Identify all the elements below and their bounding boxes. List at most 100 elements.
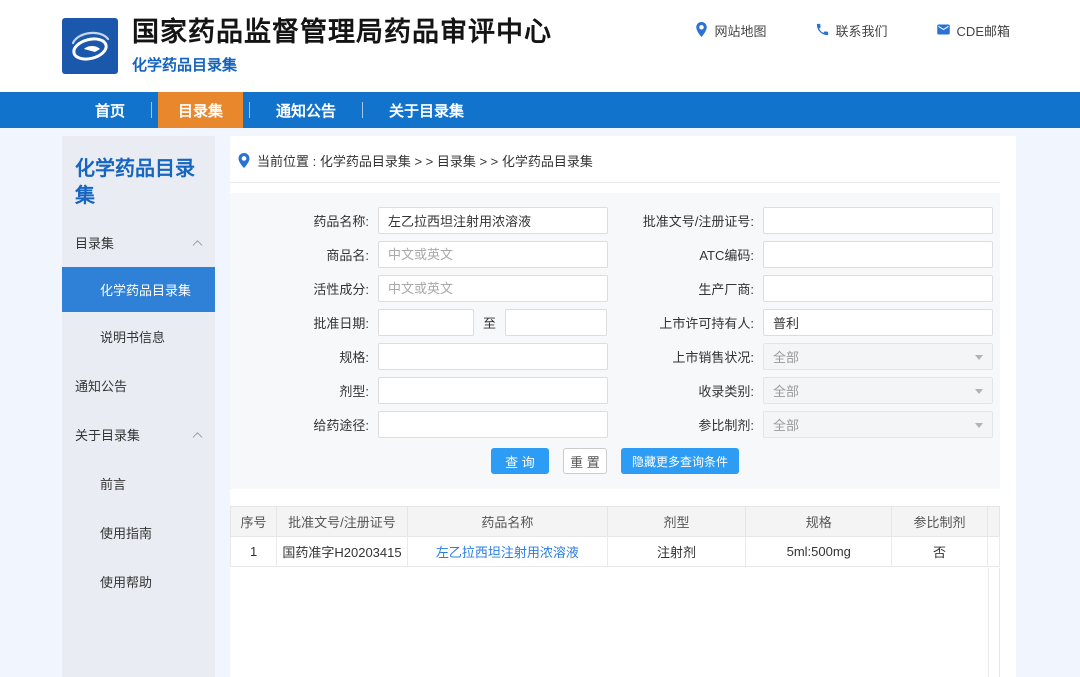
content-panel: 当前位置 : 化学药品目录集 > > 目录集 > > 化学药品目录集 药品名称:…	[230, 136, 1016, 677]
caret-down-icon	[975, 389, 983, 394]
envelope-icon	[936, 22, 951, 40]
form-field-approval-number: 批准文号/注册证号:	[615, 207, 1000, 234]
trade-name-label: 商品名:	[230, 245, 378, 264]
site-title: 国家药品监督管理局药品审评中心	[132, 17, 552, 48]
table-header-1: 序号	[231, 507, 277, 537]
license-holder-label: 上市许可持有人:	[615, 313, 763, 332]
drug-name-input[interactable]	[378, 207, 608, 234]
approval-date-to-input[interactable]	[505, 309, 607, 336]
results-table: 序号批准文号/注册证号药品名称剂型规格参比制剂 1国药准字H20203415左乙…	[230, 506, 1000, 567]
nav-item-3[interactable]: 通知公告	[256, 92, 356, 128]
reference-preparation-label: 参比制剂:	[615, 415, 763, 434]
inclusion-category-selected-value: 全部	[773, 381, 799, 400]
location-pin-icon	[694, 22, 709, 40]
table-cell: 5ml:500mg	[746, 537, 892, 567]
form-field-specification: 规格:	[230, 343, 615, 370]
table-header-2: 批准文号/注册证号	[277, 507, 408, 537]
approval-number-input[interactable]	[763, 207, 993, 234]
form-field-active-ingredient: 活性成分:	[230, 275, 615, 302]
form-rows: 药品名称:批准文号/注册证号: 商品名: ATC编码: 活性成分: 生产厂商: 批准日期:…	[230, 207, 1000, 438]
sidebar-item-6[interactable]: 前言	[62, 459, 215, 508]
main-nav: 首页目录集通知公告关于目录集	[0, 92, 1080, 128]
license-holder-input[interactable]	[763, 309, 993, 336]
table-row: 1国药准字H20203415左乙拉西坦注射用浓溶液注射剂5ml:500mg否	[231, 537, 1000, 567]
approval-date-label: 批准日期:	[230, 313, 378, 332]
nav-divider	[249, 102, 250, 118]
header-link-2[interactable]: 联系我们	[815, 21, 888, 40]
sidebar-item-4[interactable]: 通知公告	[62, 361, 215, 410]
dosage-form-input[interactable]	[378, 377, 608, 404]
table-header-4: 剂型	[607, 507, 745, 537]
nav-item-1[interactable]: 首页	[75, 92, 145, 128]
manufacturer-input[interactable]	[763, 275, 993, 302]
sidebar-item-5[interactable]: 关于目录集	[62, 410, 215, 459]
form-field-market-status: 上市销售状况:全部	[615, 343, 1000, 370]
chevron-up-icon	[193, 240, 203, 250]
form-buttons: 查 询 重 置 隐藏更多查询条件	[230, 448, 1000, 474]
nav-item-4[interactable]: 关于目录集	[369, 92, 484, 128]
results-table-wrap: 序号批准文号/注册证号药品名称剂型规格参比制剂 1国药准字H20203415左乙…	[230, 506, 1000, 677]
market-status-selected-value: 全部	[773, 347, 799, 366]
nav-divider	[151, 102, 152, 118]
hide-more-criteria-button[interactable]: 隐藏更多查询条件	[621, 448, 739, 474]
market-status-select[interactable]: 全部	[763, 343, 993, 370]
header-link-3[interactable]: CDE邮箱	[936, 21, 1010, 40]
drug-name-link[interactable]: 左乙拉西坦注射用浓溶液	[436, 545, 579, 560]
nav-item-2[interactable]: 目录集	[158, 92, 243, 128]
form-field-inclusion-category: 收录类别: 全部	[615, 377, 1000, 404]
header-link-label: 联系我们	[836, 21, 888, 40]
table-cell-gutter	[987, 537, 999, 567]
specification-input[interactable]	[378, 343, 608, 370]
sidebar-item-2[interactable]: 化学药品目录集	[62, 267, 215, 312]
breadcrumb: 当前位置 : 化学药品目录集 > > 目录集 > > 化学药品目录集	[230, 136, 1000, 183]
caret-down-icon	[975, 423, 983, 428]
reference-preparation-select[interactable]: 全部	[763, 411, 993, 438]
sidebar-item-1[interactable]: 目录集	[62, 218, 215, 267]
inclusion-category-select[interactable]: 全部	[763, 377, 993, 404]
form-field-manufacturer: 生产厂商:	[615, 275, 1000, 302]
sidebar-item-3[interactable]: 说明书信息	[62, 312, 215, 361]
form-field-atc-code: ATC编码:	[615, 241, 1000, 268]
header-link-1[interactable]: 网站地图	[694, 21, 767, 40]
site-title-block: 国家药品监督管理局药品审评中心 化学药品目录集	[132, 17, 552, 74]
administration-route-input[interactable]	[378, 411, 608, 438]
table-header-row: 序号批准文号/注册证号药品名称剂型规格参比制剂	[231, 507, 1000, 537]
reference-preparation-selected-value: 全部	[773, 415, 799, 434]
form-row-5: 规格: 上市销售状况:全部	[230, 343, 1000, 370]
table-cell: 否	[892, 537, 987, 567]
atc-code-label: ATC编码:	[615, 245, 763, 264]
reset-button[interactable]: 重 置	[563, 448, 607, 474]
form-row-1: 药品名称:批准文号/注册证号:	[230, 207, 1000, 234]
form-row-2: 商品名: ATC编码:	[230, 241, 1000, 268]
inclusion-category-label: 收录类别:	[615, 381, 763, 400]
active-ingredient-input[interactable]	[378, 275, 608, 302]
dosage-form-label: 剂型:	[230, 381, 378, 400]
form-field-drug-name: 药品名称:	[230, 207, 615, 234]
sidebar-menu: 目录集化学药品目录集说明书信息通知公告关于目录集前言使用指南使用帮助	[62, 218, 215, 606]
sidebar-title: 化学药品目录集	[62, 136, 215, 218]
form-row-6: 剂型: 收录类别: 全部	[230, 377, 1000, 404]
sidebar-item-8[interactable]: 使用帮助	[62, 557, 215, 606]
header-link-label: CDE邮箱	[957, 21, 1010, 40]
sidebar-item-7[interactable]: 使用指南	[62, 508, 215, 557]
manufacturer-label: 生产厂商:	[615, 279, 763, 298]
form-field-trade-name: 商品名:	[230, 241, 615, 268]
atc-code-input[interactable]	[763, 241, 993, 268]
table-header-3: 药品名称	[407, 507, 607, 537]
form-row-4: 批准日期: 至 上市许可持有人:	[230, 309, 1000, 336]
header-link-label: 网站地图	[715, 21, 767, 40]
table-cell: 左乙拉西坦注射用浓溶液	[407, 537, 607, 567]
site-header: 国家药品监督管理局药品审评中心 化学药品目录集 网站地图 联系我们 CDE邮箱	[0, 0, 1080, 92]
form-field-dosage-form: 剂型:	[230, 377, 615, 404]
approval-number-label: 批准文号/注册证号:	[615, 211, 763, 230]
approval-date-separator: 至	[483, 313, 496, 332]
specification-label: 规格:	[230, 347, 378, 366]
active-ingredient-label: 活性成分:	[230, 279, 378, 298]
form-field-administration-route: 给药途径:	[230, 411, 615, 438]
table-cell: 国药准字H20203415	[277, 537, 408, 567]
page: 国家药品监督管理局药品审评中心 化学药品目录集 网站地图 联系我们 CDE邮箱 首页…	[0, 0, 1080, 677]
approval-date-from-input[interactable]	[378, 309, 474, 336]
cde-logo	[62, 18, 118, 74]
trade-name-input[interactable]	[378, 241, 608, 268]
search-button[interactable]: 查 询	[491, 448, 549, 474]
